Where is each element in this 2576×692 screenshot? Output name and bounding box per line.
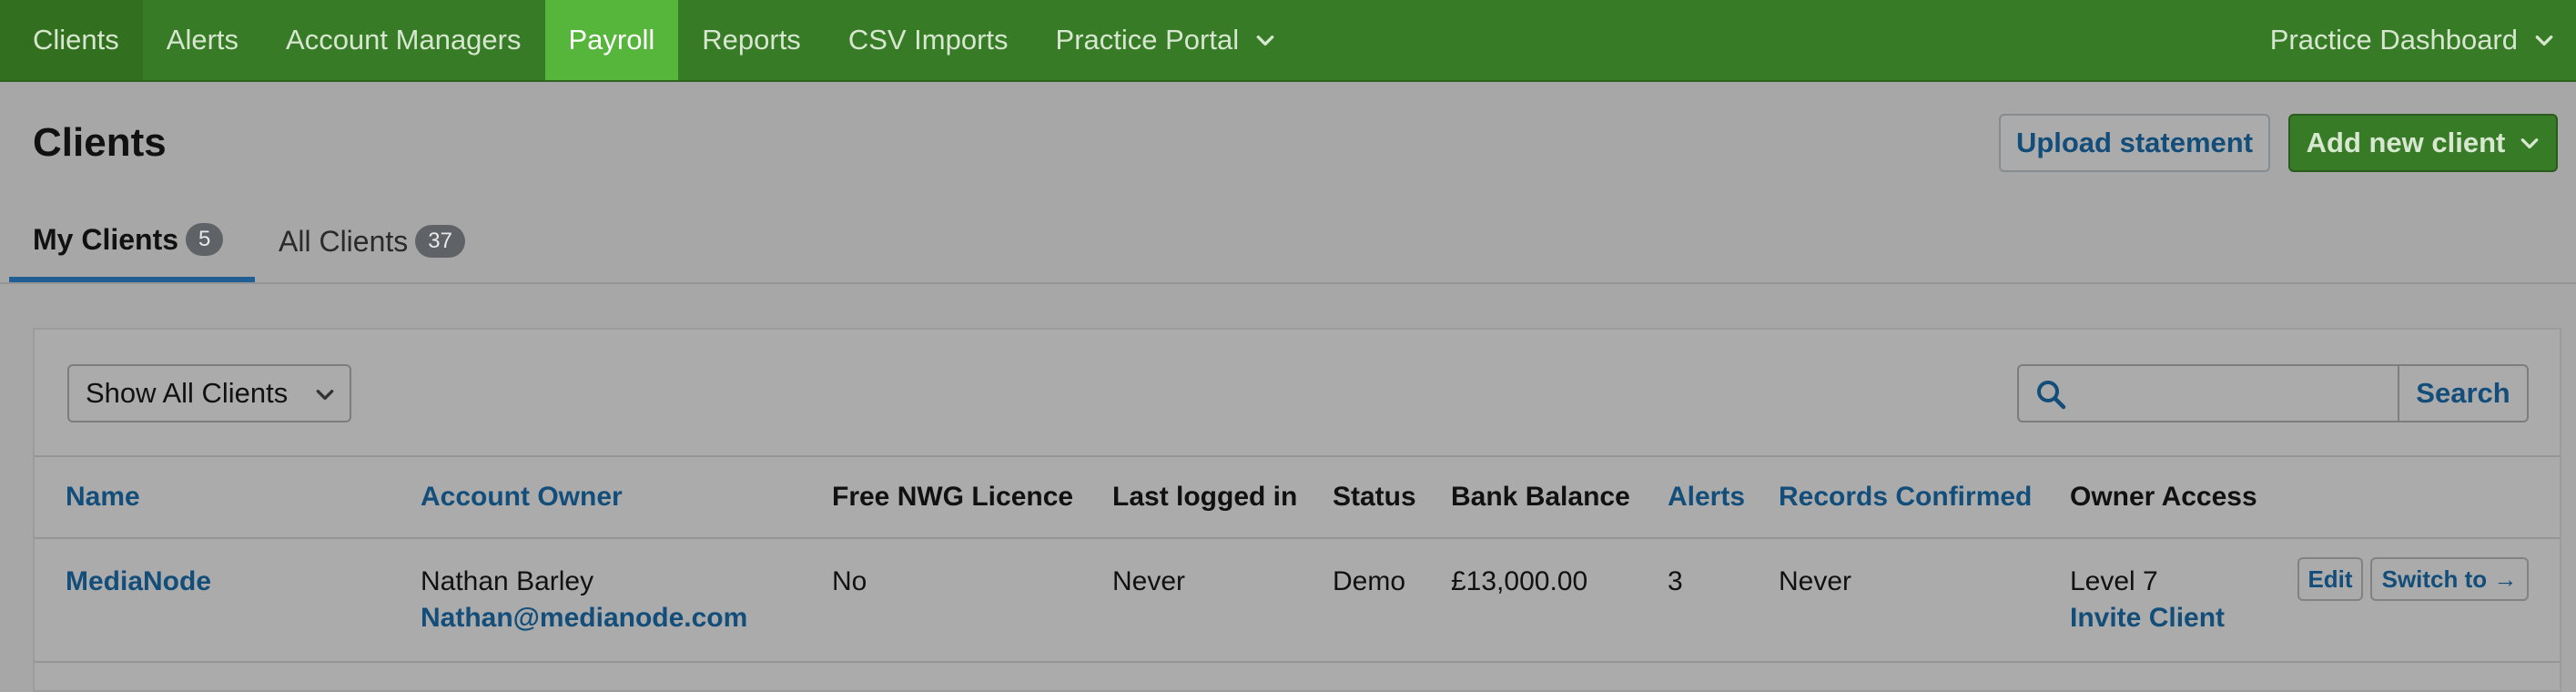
nav-payroll-label: Payroll — [568, 24, 655, 56]
clients-panel: Show All Clients Search Name Account Own… — [33, 328, 2561, 692]
nav-csv-imports[interactable]: CSV Imports — [825, 0, 1032, 80]
licence-value: No — [832, 566, 867, 596]
nav-alerts-label: Alerts — [166, 24, 239, 56]
nav-clients-label: Clients — [33, 24, 119, 56]
add-new-client-button[interactable]: Add new client — [2288, 114, 2558, 172]
chevron-down-icon — [2520, 133, 2540, 153]
client-filter-value: Show All Clients — [86, 377, 289, 409]
upload-statement-label: Upload statement — [2015, 127, 2254, 158]
nav-practice-dashboard-label: Practice Dashboard — [2269, 24, 2518, 56]
column-header-bank-balance: Bank Balance — [1451, 482, 1630, 512]
chevron-down-icon — [315, 384, 335, 404]
nav-account-managers[interactable]: Account Managers — [262, 0, 544, 80]
table-header: Name Account Owner Free NWG Licence Last… — [35, 455, 2560, 539]
top-nav: Clients Alerts Account Managers Payroll … — [0, 0, 2576, 82]
search-button[interactable]: Search — [2399, 366, 2527, 421]
edit-button[interactable]: Edit — [2297, 557, 2363, 601]
nav-reports[interactable]: Reports — [678, 0, 825, 80]
last-login-value: Never — [1112, 566, 1186, 596]
count-badge: 5 — [186, 223, 224, 256]
client-tabs: My Clients 5 All Clients 37 — [0, 202, 2576, 284]
column-header-free-nwg-licence: Free NWG Licence — [832, 482, 1074, 512]
count-badge: 37 — [415, 225, 465, 258]
column-header-status: Status — [1333, 482, 1416, 512]
nav-practice-portal[interactable]: Practice Portal — [1032, 0, 1300, 80]
owner-email-link[interactable]: Nathan@medianode.com — [421, 603, 747, 634]
column-header-owner-access: Owner Access — [2070, 482, 2257, 512]
page-title: Clients — [33, 120, 167, 165]
chevron-down-icon — [1255, 30, 1275, 50]
switch-to-button-label: Switch to → — [2381, 565, 2518, 593]
add-new-client-label: Add new client — [2306, 127, 2506, 158]
tab-my-clients-label: My Clients — [33, 222, 179, 256]
records-confirmed-value: Never — [1779, 566, 1852, 596]
search-button-label: Search — [2416, 377, 2510, 409]
owner-name: Nathan Barley — [421, 566, 594, 596]
switch-to-button[interactable]: Switch to → — [2370, 557, 2529, 601]
nav-practice-dashboard[interactable]: Practice Dashboard — [2246, 0, 2576, 80]
tab-all-clients-label: All Clients — [279, 224, 409, 258]
column-header-alerts[interactable]: Alerts — [1668, 457, 1745, 537]
nav-practice-portal-label: Practice Portal — [1055, 24, 1240, 56]
client-name-link[interactable]: MediaNode — [66, 566, 211, 597]
table-row: MediaNode Nathan Barley Nathan@medianode… — [35, 539, 2560, 663]
upload-statement-button[interactable]: Upload statement — [1999, 114, 2270, 172]
alerts-count: 3 — [1668, 566, 1683, 596]
search-input[interactable] — [2019, 366, 2399, 421]
nav-payroll[interactable]: Payroll — [544, 0, 679, 80]
nav-reports-label: Reports — [702, 24, 801, 56]
access-level-value: Level 7 — [2070, 566, 2158, 596]
column-header-last-logged-in: Last logged in — [1112, 482, 1298, 512]
status-value: Demo — [1333, 566, 1406, 596]
nav-clients[interactable]: Clients — [0, 0, 143, 80]
tab-my-clients[interactable]: My Clients 5 — [9, 202, 255, 282]
nav-account-managers-label: Account Managers — [286, 24, 522, 56]
column-header-name[interactable]: Name — [66, 457, 140, 537]
invite-client-link[interactable]: Invite Client — [2070, 603, 2225, 634]
column-header-account-owner[interactable]: Account Owner — [421, 457, 623, 537]
search-box: Search — [2017, 364, 2529, 422]
bank-balance-value: £13,000.00 — [1451, 566, 1588, 596]
edit-button-label: Edit — [2307, 565, 2353, 593]
nav-alerts[interactable]: Alerts — [143, 0, 262, 80]
chevron-down-icon — [2534, 30, 2554, 50]
tab-all-clients[interactable]: All Clients 37 — [279, 202, 465, 280]
client-filter-select[interactable]: Show All Clients — [67, 364, 351, 422]
nav-csv-imports-label: CSV Imports — [847, 24, 1009, 56]
column-header-records-confirmed[interactable]: Records Confirmed — [1779, 457, 2032, 537]
search-icon — [2035, 379, 2066, 410]
